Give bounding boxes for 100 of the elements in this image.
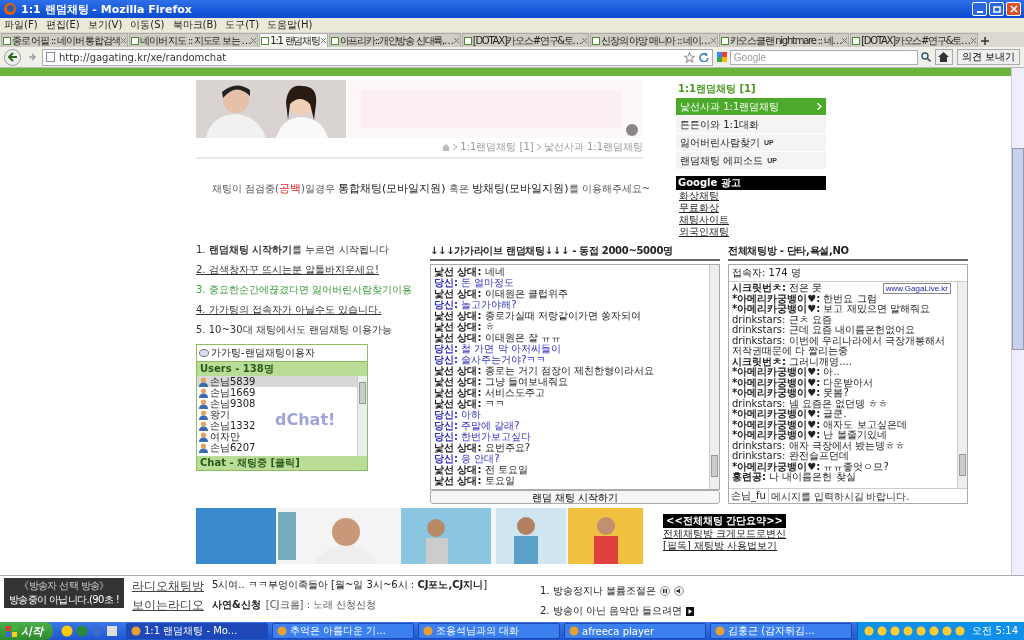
new-tab-button[interactable] [978, 34, 991, 47]
scrollbar[interactable] [357, 376, 367, 456]
taskbar-button[interactable]: 조용석님과의 대화 [418, 623, 560, 639]
user-item[interactable]: 손님5839 [197, 376, 357, 387]
close-tab-icon[interactable] [320, 38, 326, 43]
close-tab-icon[interactable] [453, 38, 459, 43]
tray-icon[interactable] [903, 626, 914, 636]
forward-arrow-icon [27, 53, 36, 61]
ad-link[interactable]: 화상채팅 [676, 190, 719, 202]
tray-icon[interactable] [955, 626, 966, 636]
summary-link[interactable]: 전체채팅방 크게모드로변신 [663, 528, 787, 540]
instruction-text[interactable]: 4. 가가팅의 접속자가 아닐수도 있습니다. [196, 304, 382, 316]
tray-icon[interactable] [890, 626, 901, 636]
menu-item[interactable]: 보기(V) [87, 18, 123, 32]
address-field[interactable]: http://gagating.kr/xe/randomchat [42, 48, 713, 66]
user-icon [199, 442, 208, 453]
chat-message: *아메리카궁뱅이♥: 보고 재밌으면 말해줘요 [732, 304, 930, 314]
page-icon [852, 36, 861, 45]
close-tab-icon[interactable] [582, 38, 588, 43]
tray-icon[interactable] [877, 626, 888, 636]
home-icon [938, 52, 950, 62]
star-icon[interactable] [683, 51, 695, 63]
back-button[interactable] [4, 48, 21, 66]
home-icon[interactable] [442, 143, 451, 151]
scrollbar[interactable] [709, 265, 719, 489]
page-icon [592, 36, 601, 45]
browser-tab[interactable]: 1:1 랜덤채팅 [259, 33, 328, 47]
close-tab-icon[interactable] [842, 38, 848, 43]
scrollbar[interactable] [1011, 68, 1024, 575]
scroll-thumb[interactable] [1012, 148, 1024, 350]
reload-icon[interactable] [698, 52, 709, 62]
scroll-thumb[interactable] [359, 382, 366, 404]
browser-tab[interactable]: [DOTAX]카오스#연구&토… [850, 33, 978, 47]
home-button[interactable] [934, 49, 953, 65]
ad-link[interactable]: 무료화상 [676, 202, 719, 214]
close-tab-icon[interactable] [121, 38, 127, 43]
browser-tab[interactable]: 네이버 지도 :: 지도로 보는 … [129, 33, 259, 47]
chat-message: 홍련공: 나 내이름은헌 찾실 [732, 472, 856, 483]
taskbar-button[interactable]: 김홍근 (감자튀김... [710, 623, 852, 639]
taskbar-button[interactable]: afreeca player [564, 623, 706, 639]
close-tab-icon[interactable] [710, 38, 716, 43]
browser-tab[interactable]: [DOTAX]카오스#연구&토… [461, 33, 590, 47]
chevron-icon [453, 144, 458, 150]
browser-tab[interactable]: 카오스클랜 nightmare :: 네… [718, 33, 850, 47]
browser-tab[interactable]: 신장의 야망 매니아 :: 네이… [590, 33, 718, 47]
taskbar-button[interactable]: 1:1 랜덤채팅 - Mo... [126, 623, 268, 639]
user-item[interactable]: 손님9308 [197, 398, 258, 409]
scroll-thumb[interactable] [959, 454, 966, 476]
play-icon[interactable] [686, 606, 695, 616]
volume-icon[interactable] [673, 586, 684, 596]
tray-icon[interactable] [929, 626, 940, 636]
tray-icon[interactable] [942, 626, 953, 636]
menu-item[interactable]: 편집(E) [45, 18, 80, 32]
instruction-text[interactable]: 2. 검색창자꾸 뜨시는분 알툴바지우세요! [196, 264, 380, 276]
radio-link[interactable]: 보이는라디오 [132, 597, 204, 614]
tip-text: 2. 방송이 아닌 음악만 들으려면 [540, 604, 683, 618]
close-tab-icon[interactable] [251, 38, 257, 43]
browser-tab[interactable]: 아프리카::개인방송 신대륙,… [328, 33, 461, 47]
tray-icon[interactable] [864, 626, 875, 636]
scroll-thumb[interactable] [711, 455, 718, 477]
side-menu-item[interactable]: 튼튼이와 1:1대화 [676, 116, 826, 134]
chat-heading: 전체채팅방 - 단타,욕설,NO [728, 244, 968, 261]
menu-item[interactable]: 도움말(H) [267, 18, 313, 32]
ad-link[interactable]: 채팅사이트 [676, 214, 729, 226]
pause-icon[interactable] [659, 586, 670, 596]
feedback-button[interactable]: 의견 보내기 [956, 49, 1020, 65]
user-item[interactable]: 왕기 [197, 409, 232, 420]
search-field[interactable]: Google [729, 49, 918, 65]
start-chat-button[interactable]: 랜덤 채팅 시작하기 [430, 490, 720, 504]
browser-tab[interactable]: 종로 어필 :: 네이버 통합검색 [1, 33, 129, 47]
plus-icon [980, 36, 989, 45]
user-item[interactable]: 손님1669 [197, 387, 258, 398]
minimize-button[interactable] [972, 2, 987, 16]
menu-item[interactable]: 도구(T) [225, 18, 260, 32]
summary-link[interactable]: [필독] 채팅방 사용법보기 [663, 540, 778, 552]
radio-link[interactable]: 라디오채팅방 [132, 578, 204, 595]
restore-button[interactable] [989, 2, 1004, 16]
user-item[interactable]: 손님6207 [197, 442, 258, 453]
search-engine-icon[interactable] [716, 52, 727, 62]
chat-message: 낯선 상대: 토요일 [434, 475, 516, 486]
user-count: 접속자: 174 명 [729, 265, 967, 282]
user-item[interactable]: 손님1332 [197, 420, 258, 431]
tray-icon[interactable] [916, 626, 927, 636]
windows-logo-icon [6, 625, 17, 637]
menu-item[interactable]: 북마크(B) [172, 18, 218, 32]
ad-link[interactable]: 외국인채팅 [676, 226, 729, 238]
close-button[interactable] [1006, 2, 1021, 16]
chevron-icon [536, 144, 541, 150]
search-icon[interactable] [920, 52, 931, 62]
menu-item[interactable]: 파일(F) [4, 18, 38, 32]
taskbar-button[interactable]: 추억은 아름다운 기... [272, 623, 414, 639]
start-button[interactable]: 시작 [0, 622, 53, 640]
chat-status-button[interactable]: Chat - 채팅중 [클릭] [197, 456, 367, 470]
close-tab-icon[interactable] [970, 38, 976, 43]
chat-message: *아메리카궁뱅이♥: 한번요 그럼 [732, 293, 877, 304]
nickname-label: 손님_fu [729, 489, 769, 503]
request-text: [CJ크롬] : 노래 신청신청 [265, 598, 377, 612]
menu-item[interactable]: 이동(S) [130, 18, 165, 32]
scrollbar[interactable] [957, 282, 967, 488]
user-item[interactable]: 여자만 [197, 431, 242, 442]
